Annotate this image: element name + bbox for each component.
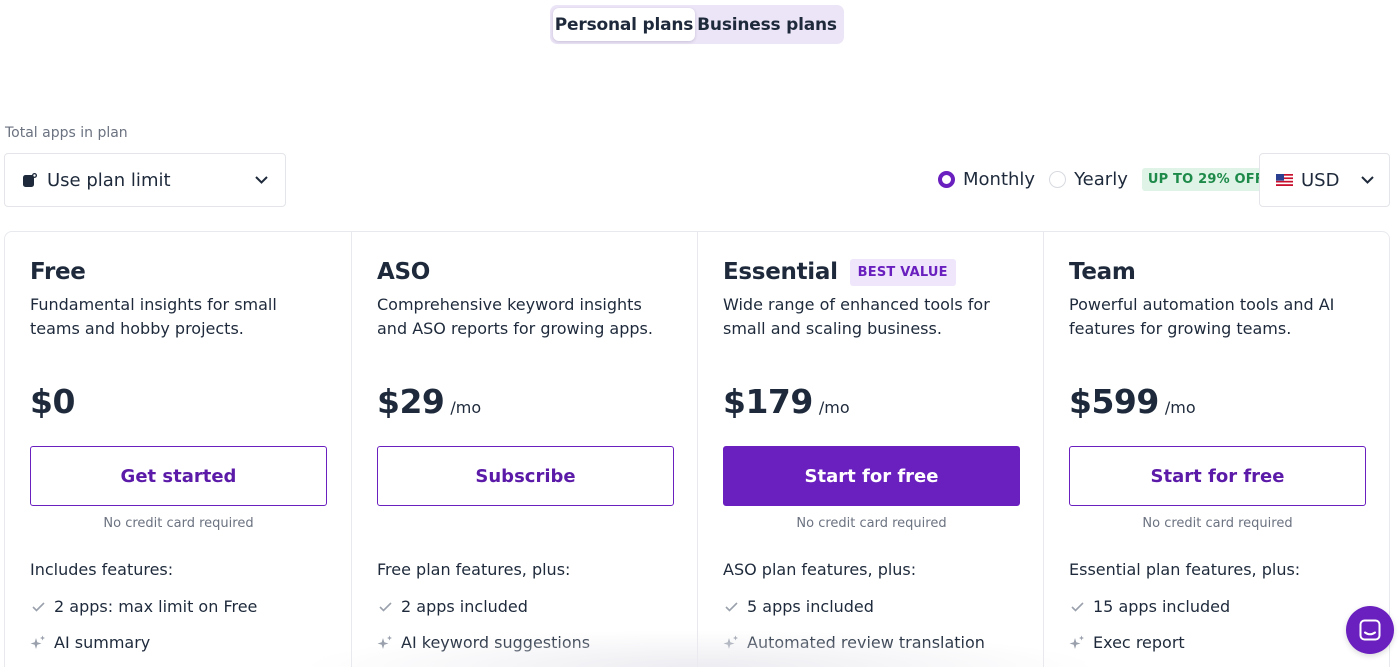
chevron-down-icon (253, 172, 269, 188)
currency-value: USD (1301, 169, 1340, 191)
plan-name: Essential (723, 259, 838, 285)
feature-label: AI summary (54, 633, 151, 652)
apps-selector-label: Total apps in plan (5, 125, 128, 141)
tab-personal-plans[interactable]: Personal plans (553, 8, 695, 41)
apps-limit-value: Use plan limit (47, 169, 171, 191)
feature-item: 5 apps included (723, 597, 874, 616)
no-credit-card-note: No credit card required (796, 516, 947, 531)
price-period: /mo (818, 398, 850, 417)
price-row: $0 (30, 382, 75, 421)
plan-description: Powerful automation tools and AI feature… (1069, 295, 1335, 338)
feature-item: 15 apps included (1069, 597, 1230, 616)
apps-icon (23, 172, 39, 188)
sparkle-icon (30, 635, 46, 651)
yearly-label[interactable]: Yearly (1074, 169, 1128, 190)
plan-type-switch: Personal plans Business plans (550, 5, 844, 44)
discount-badge: UP TO 29% OFF (1141, 167, 1270, 191)
features-heading: Includes features: (30, 560, 174, 579)
chevron-down-icon (1359, 172, 1375, 188)
plan-description: Fundamental insights for small teams and… (30, 295, 277, 338)
plan-name: ASO (377, 259, 431, 285)
sparkle-icon (377, 635, 393, 651)
plan-description: Comprehensive keyword insights and ASO r… (377, 295, 653, 338)
price-period: /mo (450, 398, 482, 417)
start-for-free-button[interactable]: Start for free (1069, 446, 1366, 506)
sparkle-icon (723, 635, 739, 651)
plan-description: Wide range of enhanced tools for small a… (723, 295, 990, 338)
feature-label: 5 apps included (747, 597, 874, 616)
feature-label: 15 apps included (1093, 597, 1231, 616)
feature-item: Automated review translation (723, 633, 985, 652)
feature-item: Exec report (1069, 633, 1185, 652)
feature-label: Exec report (1093, 633, 1185, 652)
features-heading: Essential plan features, plus: (1069, 560, 1301, 579)
check-icon (377, 599, 393, 615)
plan-card-essential: Essential BEST VALUE Wide range of enhan… (697, 232, 1043, 667)
price-row: $29 /mo (377, 382, 481, 421)
no-credit-card-note: No credit card required (1142, 516, 1293, 531)
feature-item: AI summary (30, 633, 150, 652)
monthly-label[interactable]: Monthly (963, 169, 1035, 190)
plan-card-team: Team Powerful automation tools and AI fe… (1043, 232, 1389, 667)
feature-label: Automated review translation (747, 633, 985, 652)
plan-name: Free (30, 259, 86, 285)
tab-business-plans[interactable]: Business plans (695, 8, 839, 41)
check-icon (723, 599, 739, 615)
feature-label: 2 apps: max limit on Free (54, 597, 258, 616)
check-icon (1069, 599, 1085, 615)
features-heading: ASO plan features, plus: (723, 560, 917, 579)
subscribe-button[interactable]: Subscribe (377, 446, 674, 506)
plan-price: $179 (723, 382, 813, 421)
us-flag-icon (1276, 174, 1293, 186)
feature-item: AI keyword suggestions (377, 633, 590, 652)
plan-card-aso: ASO Comprehensive keyword insights and A… (351, 232, 697, 667)
yearly-radio[interactable] (1049, 170, 1067, 188)
feature-label: AI keyword suggestions (401, 633, 591, 652)
price-period: /mo (1164, 398, 1196, 417)
price-row: $179 /mo (723, 382, 850, 421)
features-heading: Free plan features, plus: (377, 560, 571, 579)
plan-price: $0 (30, 382, 75, 421)
feature-label: 2 apps included (401, 597, 528, 616)
apps-limit-select[interactable]: Use plan limit (4, 153, 286, 207)
plan-price: $599 (1069, 382, 1159, 421)
start-for-free-button[interactable]: Start for free (723, 446, 1020, 506)
currency-select[interactable]: USD (1259, 153, 1390, 207)
get-started-button[interactable]: Get started (30, 446, 327, 506)
chat-icon (1359, 619, 1381, 641)
feature-item: 2 apps: max limit on Free (30, 597, 257, 616)
best-value-badge: BEST VALUE (849, 258, 956, 286)
sparkle-icon (1069, 635, 1085, 651)
no-credit-card-note: No credit card required (103, 516, 254, 531)
plan-price: $29 (377, 382, 445, 421)
chat-launcher-button[interactable] (1346, 606, 1394, 654)
plan-card-free: Free Fundamental insights for small team… (5, 232, 351, 667)
price-row: $599 /mo (1069, 382, 1196, 421)
feature-item: 2 apps included (377, 597, 528, 616)
plans-grid: Free Fundamental insights for small team… (4, 231, 1390, 667)
plan-name: Team (1069, 259, 1136, 285)
monthly-radio[interactable] (938, 170, 955, 188)
check-icon (30, 599, 46, 615)
billing-period-toggle: Monthly Yearly UP TO 29% OFF (938, 167, 1270, 191)
